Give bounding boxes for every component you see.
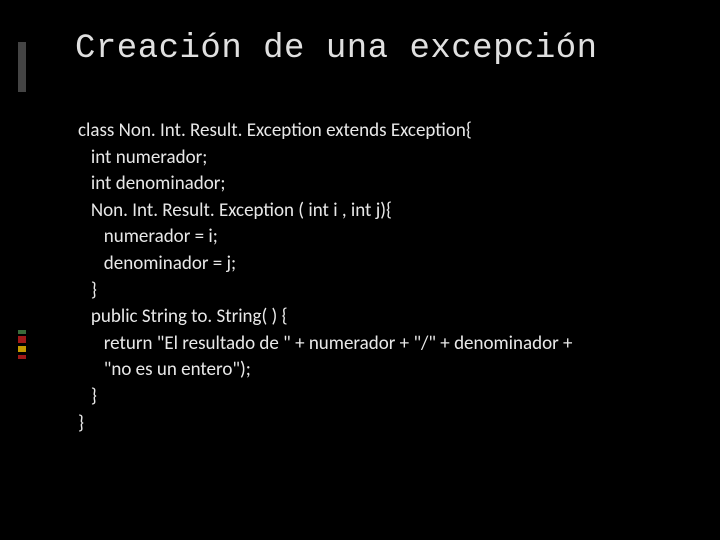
code-line: }: [78, 278, 660, 305]
code-line: numerador = i;: [78, 224, 660, 251]
code-line: class Non. Int. Result. Exception extend…: [78, 118, 660, 145]
code-line: return "El resultado de " + numerador + …: [78, 331, 660, 358]
code-line: int denominador;: [78, 171, 660, 198]
accent-bar-gray: [18, 42, 26, 92]
code-line: "no es un entero");: [78, 357, 660, 384]
code-line: Non. Int. Result. Exception ( int i , in…: [78, 198, 660, 225]
slide: Creación de una excepción class Non. Int…: [0, 0, 720, 540]
accent-bar-red-2: [18, 355, 26, 359]
code-line: }: [78, 384, 660, 411]
accent-bar-red: [18, 336, 26, 343]
code-line: int numerador;: [78, 145, 660, 172]
code-line: denominador = j;: [78, 251, 660, 278]
accent-bar-green: [18, 330, 26, 334]
code-line: }: [78, 411, 660, 438]
slide-title: Creación de una excepción: [75, 30, 680, 68]
code-block: class Non. Int. Result. Exception extend…: [78, 118, 660, 437]
accent-bar-yellow: [18, 346, 26, 352]
code-line: public String to. String( ) {: [78, 304, 660, 331]
